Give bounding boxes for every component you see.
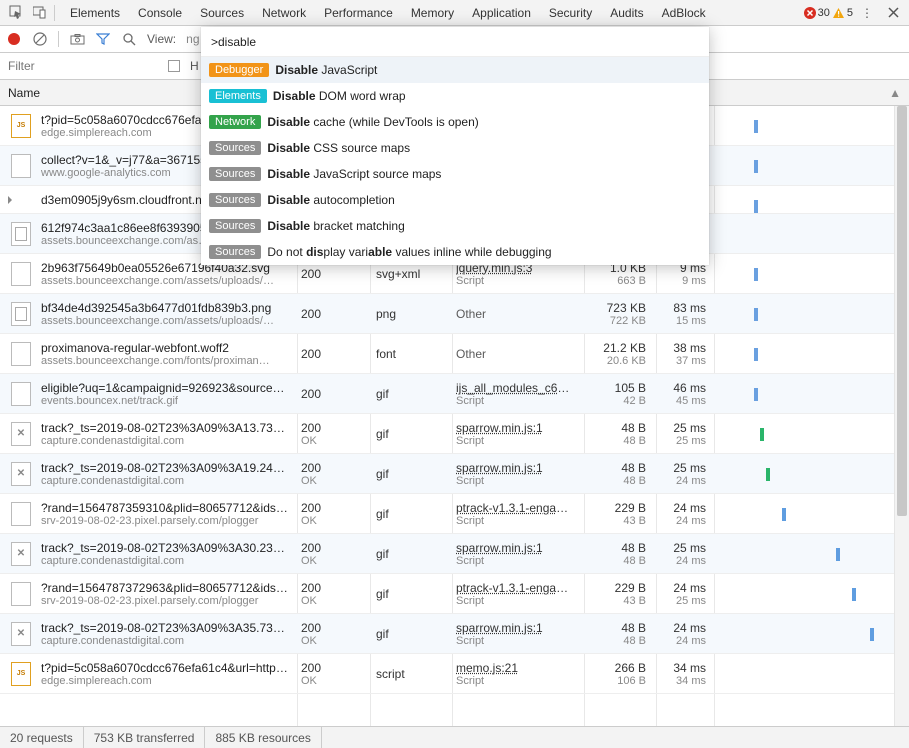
- search-icon[interactable]: [121, 31, 137, 47]
- device-icon[interactable]: [28, 1, 52, 25]
- record-button[interactable]: [6, 31, 22, 47]
- tab-security[interactable]: Security: [540, 0, 601, 26]
- network-row[interactable]: JSt?pid=5c058a6070cdcc676efa61c4&url=htt…: [0, 654, 909, 694]
- network-row[interactable]: proximanova-regular-webfont.woff2assets.…: [0, 334, 909, 374]
- tab-memory[interactable]: Memory: [402, 0, 463, 26]
- status-resources: 885 KB resources: [205, 727, 321, 748]
- tab-adblock[interactable]: AdBlock: [653, 0, 715, 26]
- status-transferred: 753 KB transferred: [84, 727, 206, 748]
- command-item[interactable]: NetworkDisable cache (while DevTools is …: [201, 109, 709, 135]
- tab-performance[interactable]: Performance: [315, 0, 402, 26]
- hide-data-checkbox[interactable]: [168, 60, 180, 72]
- command-item[interactable]: SourcesDisable CSS source maps: [201, 135, 709, 161]
- tab-console[interactable]: Console: [129, 0, 191, 26]
- network-row[interactable]: track?_ts=2019-08-02T23%3A09%3A19.240Z…c…: [0, 454, 909, 494]
- network-row[interactable]: track?_ts=2019-08-02T23%3A09%3A35.739Z…c…: [0, 614, 909, 654]
- command-item[interactable]: SourcesDisable bracket matching: [201, 213, 709, 239]
- more-icon[interactable]: ⋮: [855, 1, 879, 25]
- command-item[interactable]: SourcesDisable JavaScript source maps: [201, 161, 709, 187]
- error-count[interactable]: 30: [804, 7, 830, 19]
- tab-application[interactable]: Application: [463, 0, 540, 26]
- view-label: View:: [147, 32, 176, 46]
- tab-network[interactable]: Network: [253, 0, 315, 26]
- network-row[interactable]: ?rand=1564787372963&plid=80657712&idsi…s…: [0, 574, 909, 614]
- capture-screenshot-icon[interactable]: [69, 31, 85, 47]
- command-item[interactable]: SourcesDo not display variable values in…: [201, 239, 709, 265]
- command-menu: >disable DebuggerDisable JavaScriptEleme…: [201, 27, 709, 265]
- close-icon[interactable]: [881, 1, 905, 25]
- warning-count[interactable]: 5: [832, 7, 853, 19]
- network-row[interactable]: bf34de4d392545a3b6477d01fdb839b3.pngasse…: [0, 294, 909, 334]
- tab-audits[interactable]: Audits: [601, 0, 652, 26]
- status-requests: 20 requests: [0, 727, 84, 748]
- tab-sources[interactable]: Sources: [191, 0, 253, 26]
- main-toolbar: ElementsConsoleSourcesNetworkPerformance…: [0, 0, 909, 26]
- network-row[interactable]: track?_ts=2019-08-02T23%3A09%3A13.739Z…c…: [0, 414, 909, 454]
- network-row[interactable]: ?rand=1564787359310&plid=80657712&idsi…s…: [0, 494, 909, 534]
- scrollbar[interactable]: [894, 106, 909, 726]
- command-item[interactable]: ElementsDisable DOM word wrap: [201, 83, 709, 109]
- filter-icon[interactable]: [95, 31, 111, 47]
- inspect-icon[interactable]: [4, 1, 28, 25]
- status-bar: 20 requests 753 KB transferred 885 KB re…: [0, 726, 909, 748]
- command-item[interactable]: SourcesDisable autocompletion: [201, 187, 709, 213]
- network-row[interactable]: track?_ts=2019-08-02T23%3A09%3A30.239Z…c…: [0, 534, 909, 574]
- hide-label: H: [190, 59, 199, 73]
- clear-button[interactable]: [32, 31, 48, 47]
- command-input[interactable]: >disable: [201, 27, 709, 57]
- filter-input[interactable]: [8, 59, 158, 73]
- tab-elements[interactable]: Elements: [61, 0, 129, 26]
- network-row[interactable]: eligible?uq=1&campaignid=926923&source…e…: [0, 374, 909, 414]
- command-item[interactable]: DebuggerDisable JavaScript: [201, 57, 709, 83]
